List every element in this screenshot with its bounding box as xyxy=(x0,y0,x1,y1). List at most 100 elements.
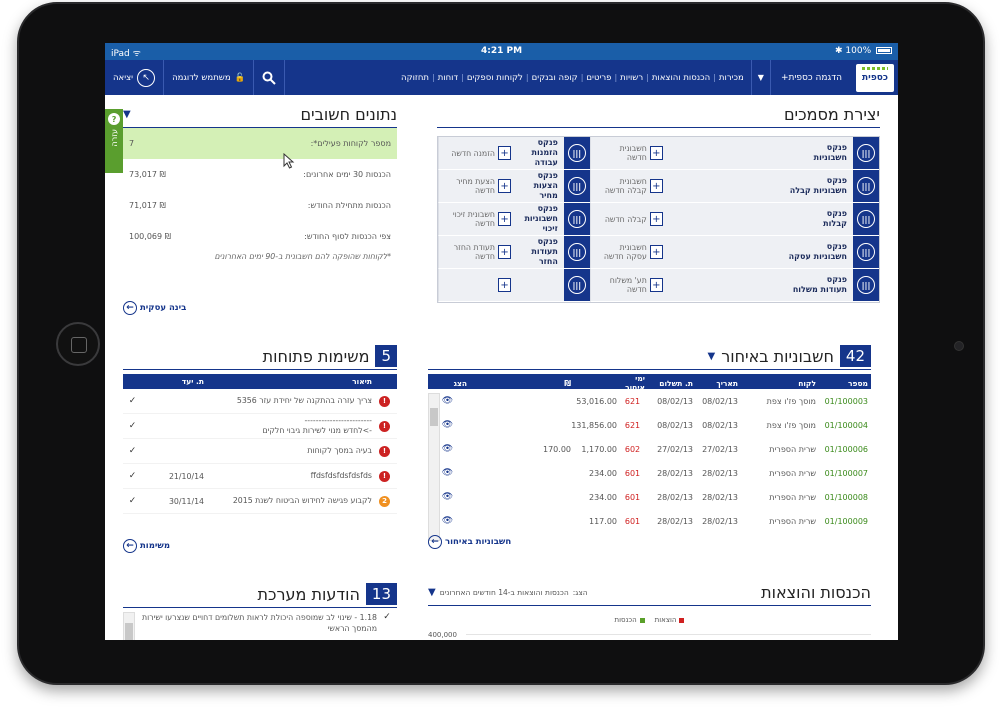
company-selector[interactable]: הדגמה כספית+ xyxy=(769,60,852,95)
overdue-count: 42 xyxy=(839,345,871,367)
new-document-button[interactable]: + תע' משלוח חדשה xyxy=(591,276,669,294)
amount: 234.00 xyxy=(589,492,617,502)
check-icon[interactable]: ✓ xyxy=(123,446,145,456)
scrollbar[interactable] xyxy=(428,393,440,541)
table-row[interactable]: 01/100004 מוסך פז'ו צפת 08/02/13 08/02/13 62… xyxy=(428,413,871,437)
chevron-down-icon[interactable]: ▼ xyxy=(752,73,770,82)
arrow-left-icon: ← xyxy=(428,535,442,549)
tasks-link[interactable]: משימות ← xyxy=(123,539,170,553)
table-row[interactable]: 01/100007 שרית הספרית 28/02/13 28/02/13 601 2… xyxy=(428,461,871,485)
home-button[interactable] xyxy=(56,322,100,366)
new-document-button[interactable]: + קבלה חדשה xyxy=(591,212,669,226)
days-late: 601 xyxy=(624,516,641,526)
message-item[interactable]: ✓ 1.18 - שינוי לב שמוספה היכולת לראות תשל… xyxy=(123,612,397,634)
task-row[interactable]: 2 לקבוע פגישה לחידוש הביטוח לשנת 2015 30/1… xyxy=(123,489,397,514)
status-bar: iPad ᯤ 4:21 PM ✱ 100% xyxy=(105,43,898,60)
menu-item[interactable]: רשויות xyxy=(617,73,646,83)
arrow-left-icon: ← xyxy=(123,539,137,553)
system-messages-title: הודעות מערכת xyxy=(257,584,360,604)
demo-user-button[interactable]: 🔓 משתמש לדוגמה xyxy=(163,60,253,95)
check-icon[interactable]: ✓ xyxy=(123,421,145,431)
document-row: ||| פנקס חשבוניות קבלה + חשבונית קבלה חדשה xyxy=(589,170,879,203)
book-button[interactable]: ||| xyxy=(853,137,879,169)
check-icon[interactable]: ✓ xyxy=(123,396,145,406)
column-header: תאריך xyxy=(716,378,738,388)
task-row[interactable]: ! ------------------------ ->לחדש מנוי לש… xyxy=(123,414,397,439)
search-button[interactable] xyxy=(253,60,286,95)
data-row: צפי הכנסות לסוף החודש: ₪ 100,069 xyxy=(123,221,397,252)
table-row[interactable]: 01/100003 מוסך פז'ו צפת 08/02/13 08/02/13 62… xyxy=(428,389,871,413)
message-text: 1.18 - שינוי לב שמוספה היכולת לראות תשלו… xyxy=(142,613,377,633)
menu-separator: | xyxy=(580,73,584,82)
amount: 131,856.00 xyxy=(571,420,617,430)
amount: 234.00 xyxy=(589,468,617,478)
column-header: ימי איחור xyxy=(625,374,645,392)
book-button[interactable]: ||| xyxy=(853,236,879,268)
scrollbar[interactable] xyxy=(123,612,135,640)
ledger-icon: ||| xyxy=(857,177,875,195)
new-document-button[interactable]: + תעודת החזר חדשה xyxy=(439,243,517,261)
payment-date: 27/02/13 xyxy=(657,444,693,454)
menu-item[interactable]: דוחות xyxy=(435,73,461,83)
chevron-down-icon[interactable]: ▼ xyxy=(123,109,131,120)
new-document-button[interactable]: + הזמנה חדשה xyxy=(439,146,517,160)
period-select[interactable]: הצג: הכנסות והוצאות ב-14 חודשים האחרונים… xyxy=(428,587,588,598)
new-document-button[interactable]: + xyxy=(439,278,517,292)
menu-item[interactable]: הכנסות והוצאות xyxy=(649,73,713,83)
table-row[interactable]: 01/100006 שרית הספרית 27/02/13 27/02/13 602 1… xyxy=(428,437,871,461)
legend-swatch xyxy=(679,617,685,623)
new-document-button[interactable]: + חשבונית קבלה חדשה xyxy=(591,177,669,195)
new-document-icon: + xyxy=(649,146,663,160)
task-row[interactable]: ! צריך עזרה בהתקנה של יחידת עזר 5356 ✓ xyxy=(123,389,397,414)
table-row[interactable]: 01/100008 שרית הספרית 28/02/13 28/02/13 601 2… xyxy=(428,485,871,509)
menu-item[interactable]: מכירות xyxy=(716,73,747,83)
check-icon[interactable]: ✓ xyxy=(123,496,145,506)
invoice-number: 01/100003 xyxy=(824,396,868,406)
main-navbar: כספית הדגמה כספית+ ▼ מכירות | הכנסות והוצא… xyxy=(105,60,898,95)
new-document-button[interactable]: + הצעת מחיר חדשה xyxy=(439,177,517,195)
menu-item[interactable]: פריטים xyxy=(583,73,614,83)
task-row[interactable]: ! ffdsfdsfdsfdsfds 21/10/14 ✓ xyxy=(123,464,397,489)
create-documents-title: יצירת מסמכים xyxy=(437,105,880,128)
table-row[interactable]: 01/100009 שרית הספרית 28/02/13 28/02/13 601 1… xyxy=(428,509,871,533)
days-late: 602 xyxy=(624,444,641,454)
menu-item[interactable]: תחזוקה xyxy=(398,73,432,83)
book-button[interactable]: ||| xyxy=(853,203,879,235)
battery-icon xyxy=(876,47,892,54)
ledger-icon: ||| xyxy=(857,144,875,162)
logo[interactable]: כספית xyxy=(856,63,894,92)
app-screen: iPad ᯤ 4:21 PM ✱ 100% כספית הדגמה כספית+… xyxy=(105,43,898,640)
check-icon[interactable]: ✓ xyxy=(381,612,393,634)
book-button[interactable]: ||| xyxy=(563,170,590,202)
book-button[interactable]: ||| xyxy=(853,170,879,202)
check-icon[interactable]: ✓ xyxy=(123,471,145,481)
book-button[interactable]: ||| xyxy=(853,269,879,301)
help-tab[interactable]: ? עזרה xyxy=(105,109,123,173)
menu-item[interactable]: קופה ובנקים xyxy=(529,73,581,83)
logout-button[interactable]: ↖ יציאה xyxy=(105,68,163,87)
amount: 53,016.00 xyxy=(576,396,617,406)
data-row[interactable]: מספר לקוחות פעילים*: 7 xyxy=(123,128,397,159)
priority-icon: 2 xyxy=(379,495,390,507)
overdue-invoices-link[interactable]: חשבוניות באיחור ← xyxy=(428,535,511,549)
menu-item[interactable]: לקוחות וספקים xyxy=(464,73,526,83)
book-button[interactable]: ||| xyxy=(563,236,590,268)
book-button[interactable]: ||| xyxy=(563,269,590,301)
business-intelligence-link[interactable]: בינה עסקית ← xyxy=(123,301,186,315)
arrow-left-icon: ← xyxy=(123,301,137,315)
chevron-down-icon[interactable]: ▼ xyxy=(707,351,715,362)
menu-separator: | xyxy=(646,73,649,82)
book-button[interactable]: ||| xyxy=(563,137,590,169)
client-name: שרית הספרית xyxy=(769,516,816,526)
data-value: 7 xyxy=(129,139,135,148)
invoice-date: 08/02/13 xyxy=(702,396,738,406)
new-document-icon: + xyxy=(498,245,511,259)
task-row[interactable]: ! בעיה במסך לקוחות ✓ xyxy=(123,439,397,464)
book-button[interactable]: ||| xyxy=(563,203,590,235)
legend-label: הכנסות xyxy=(614,616,637,624)
priority-cell: ! xyxy=(375,420,397,432)
new-document-button[interactable]: + חשבונית חדשה xyxy=(591,144,669,162)
new-document-button[interactable]: + חשבונית זיכוי חדשה xyxy=(439,210,517,228)
new-document-button[interactable]: + חשבונית עסקה חדשה xyxy=(591,243,669,261)
invoice-number: 01/100009 xyxy=(824,516,868,526)
